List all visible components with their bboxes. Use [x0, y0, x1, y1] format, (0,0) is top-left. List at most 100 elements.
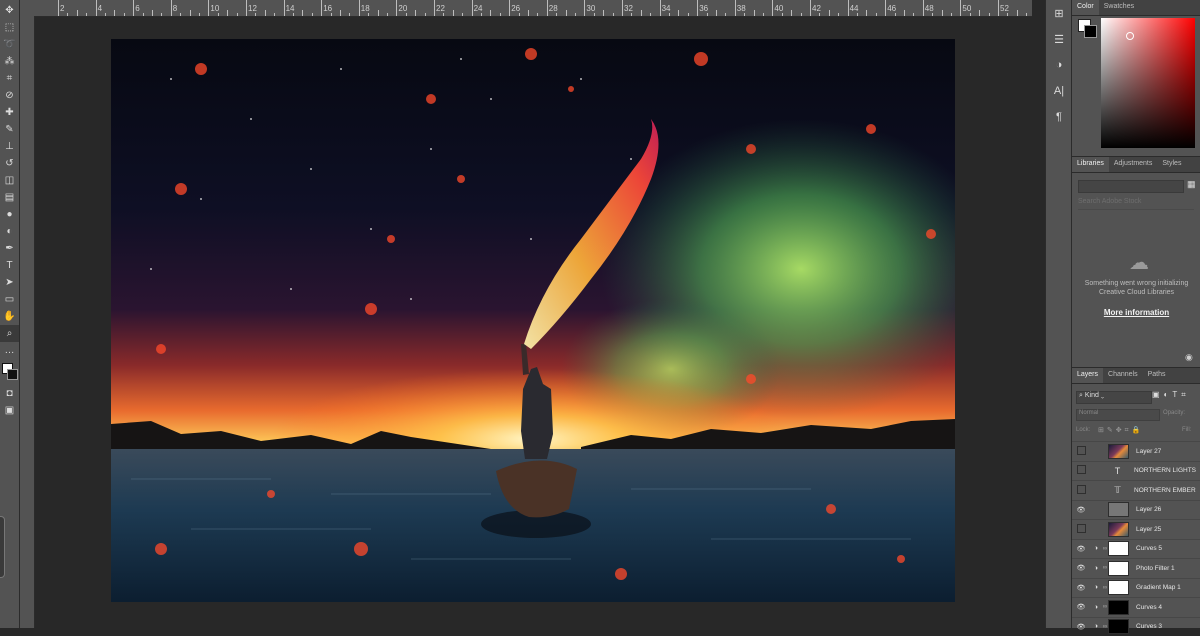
ruler-minor-tick	[227, 10, 228, 16]
pen-tool-icon[interactable]: ✒	[0, 240, 19, 257]
tab-swatches[interactable]: Swatches	[1099, 0, 1139, 15]
properties-panel-icon[interactable]: ☰	[1046, 26, 1072, 52]
stock-search-input[interactable]: Search Adobe Stock	[1078, 198, 1194, 210]
eye-visibility-icon[interactable]: 👁	[1072, 506, 1090, 514]
collapsed-panel-tab[interactable]	[0, 516, 5, 578]
layer-thumbnail[interactable]	[1108, 619, 1129, 634]
layer-thumbnail[interactable]	[1108, 600, 1129, 615]
adjustment-layer-icon: ◑	[1090, 545, 1102, 552]
eyedropper-tool-icon[interactable]: ⊘	[0, 87, 19, 104]
layer-row[interactable]: Layer 25	[1072, 519, 1200, 539]
grid-view-icon[interactable]: ▦	[1187, 179, 1197, 191]
visibility-toggle-empty[interactable]	[1072, 485, 1090, 496]
layer-thumbnail[interactable]	[1108, 561, 1129, 576]
horizontal-ruler[interactable]: 2468101214161820222426283032343638404244…	[20, 0, 1032, 17]
blur-tool-icon[interactable]: ●	[0, 206, 19, 223]
layer-thumbnail[interactable]	[1108, 522, 1129, 537]
path-selection-tool-icon[interactable]: ➤	[0, 274, 19, 291]
ruler-minor-tick	[425, 13, 426, 16]
eye-visibility-icon[interactable]: 👁	[1072, 545, 1090, 553]
zoom-tool-icon[interactable]: ⌕	[0, 325, 19, 342]
layer-filter-kind-select[interactable]: ⌕ Kind ⌄	[1076, 391, 1152, 404]
edit-toolbar-icon[interactable]: …	[0, 342, 19, 359]
tab-adjustments[interactable]: Adjustments	[1109, 157, 1158, 172]
healing-brush-tool-icon[interactable]: ✚	[0, 104, 19, 121]
type-tool-icon[interactable]: T	[0, 257, 19, 274]
ruler-minor-tick	[199, 13, 200, 16]
background-color-chip[interactable]	[1084, 25, 1097, 38]
tab-color[interactable]: Color	[1072, 0, 1099, 15]
character-panel-icon[interactable]: A|	[1046, 78, 1072, 104]
color-picker-field[interactable]	[1101, 18, 1195, 148]
layer-thumbnail[interactable]	[1108, 502, 1129, 517]
visibility-toggle-empty[interactable]	[1072, 446, 1090, 457]
adjustments-panel-icon[interactable]: ◑	[1046, 52, 1072, 78]
canvas-artwork[interactable]	[111, 39, 955, 602]
eye-visibility-icon[interactable]: 👁	[1072, 584, 1090, 592]
lock-icons[interactable]: ⊞✎✥⌗🔒	[1098, 426, 1143, 435]
layer-row[interactable]: 👁◑∞Curves 5	[1072, 539, 1200, 559]
layer-row[interactable]: 𝕋NORTHERN EMBER	[1072, 480, 1200, 500]
layer-filter-icons[interactable]: ▣◐T⌗	[1152, 390, 1190, 400]
layer-row[interactable]: Layer 27	[1072, 441, 1200, 461]
ruler-minor-tick	[725, 13, 726, 16]
clone-stamp-tool-icon[interactable]: ⊥	[0, 138, 19, 155]
layer-row[interactable]: 👁◑∞Curves 4	[1072, 597, 1200, 617]
visibility-box[interactable]	[1077, 485, 1086, 494]
layer-row[interactable]: 👁Layer 26	[1072, 500, 1200, 520]
ruler-label: 30	[586, 4, 595, 13]
blend-mode-select[interactable]: Normal	[1076, 409, 1160, 421]
type-layer-icon[interactable]: T	[1108, 464, 1127, 477]
layer-thumbnail[interactable]	[1108, 541, 1129, 556]
history-panel-icon[interactable]: ⊞	[1046, 0, 1072, 26]
foreground-background-swatches[interactable]	[0, 359, 19, 385]
layer-row[interactable]: 👁◑∞Curves 3	[1072, 617, 1200, 636]
lasso-tool-icon[interactable]: ➰	[0, 36, 19, 53]
visibility-box[interactable]	[1077, 524, 1086, 533]
history-brush-tool-icon[interactable]: ↺	[0, 155, 19, 172]
tab-styles[interactable]: Styles	[1157, 157, 1186, 172]
visibility-toggle-empty[interactable]	[1072, 524, 1090, 535]
visibility-box[interactable]	[1077, 465, 1086, 474]
ruler-minor-tick	[594, 13, 595, 16]
tab-channels[interactable]: Channels	[1103, 368, 1143, 383]
visibility-toggle-empty[interactable]	[1072, 465, 1090, 476]
move-tool-icon[interactable]: ✥	[0, 2, 19, 19]
layer-thumbnail[interactable]	[1108, 580, 1129, 595]
layer-name: Curves 3	[1136, 623, 1162, 630]
warped-type-layer-icon[interactable]: 𝕋	[1108, 484, 1127, 497]
visibility-box[interactable]	[1077, 446, 1086, 455]
color-picker-cursor[interactable]	[1126, 32, 1134, 40]
layer-row[interactable]: 👁◑∞Photo Filter 1	[1072, 558, 1200, 578]
color-chips[interactable]	[1078, 19, 1096, 37]
vertical-ruler[interactable]	[20, 16, 35, 628]
paragraph-panel-icon[interactable]: ¶	[1046, 104, 1072, 130]
tab-libraries[interactable]: Libraries	[1072, 157, 1109, 172]
layer-row[interactable]: 👁◑∞Gradient Map 1	[1072, 578, 1200, 598]
library-select[interactable]	[1078, 180, 1184, 193]
magic-wand-tool-icon[interactable]: ⁂	[0, 53, 19, 70]
background-color-swatch[interactable]	[7, 369, 18, 380]
layer-row[interactable]: TNORTHERN LIGHTS	[1072, 461, 1200, 481]
tab-layers[interactable]: Layers	[1072, 368, 1103, 383]
screen-mode-icon[interactable]: ▣	[0, 402, 19, 419]
hand-tool-icon[interactable]: ✋	[0, 308, 19, 325]
ruler-minor-tick	[989, 13, 990, 16]
more-information-link[interactable]: More information	[1076, 308, 1197, 317]
ruler-minor-tick	[387, 13, 388, 16]
rectangle-tool-icon[interactable]: ▭	[0, 291, 19, 308]
quick-mask-icon[interactable]: ◘	[0, 385, 19, 402]
layer-thumbnail[interactable]	[1108, 444, 1129, 459]
tab-paths[interactable]: Paths	[1143, 368, 1171, 383]
eye-visibility-icon[interactable]: 👁	[1072, 564, 1090, 572]
gradient-tool-icon[interactable]: ▤	[0, 189, 19, 206]
eye-visibility-icon[interactable]: 👁	[1072, 623, 1090, 631]
crop-tool-icon[interactable]: ⌗	[0, 70, 19, 87]
eye-visibility-icon[interactable]: 👁	[1072, 603, 1090, 611]
libraries-error-message: Something went wrong initializing Creati…	[1076, 279, 1197, 297]
brush-tool-icon[interactable]: ✎	[0, 121, 19, 138]
eraser-tool-icon[interactable]: ◫	[0, 172, 19, 189]
dodge-tool-icon[interactable]: ◐	[0, 223, 19, 240]
creative-cloud-icon[interactable]: ◉	[1185, 352, 1193, 363]
marquee-tool-icon[interactable]: ⬚	[0, 19, 19, 36]
